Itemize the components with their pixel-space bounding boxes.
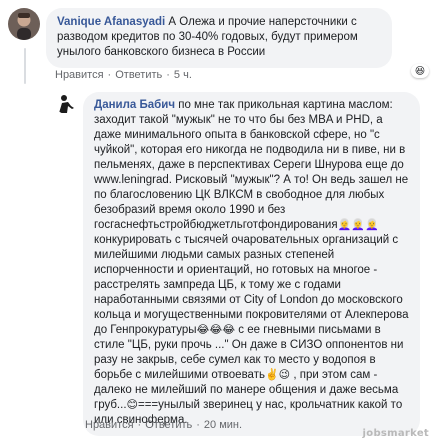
avatar[interactable]: [8, 8, 40, 40]
comment-text: по мне так прикольная картина маслом: за…: [94, 99, 409, 231]
separator: ·: [166, 69, 170, 81]
avatar[interactable]: [55, 92, 77, 114]
like-link[interactable]: Нравится: [55, 69, 104, 81]
watermark: jobsmarket: [362, 428, 429, 439]
woman-emoji-icon: 👩‍🦳👩‍🦳👩‍🦳: [337, 219, 379, 231]
comment-bubble: Данила Бабич по мне так прикольная карти…: [83, 92, 420, 436]
comment-bubble: Vanique Afanasyadi А Олежа и прочие напе…: [46, 8, 392, 68]
laughing-emoji-icon[interactable]: 😆: [411, 64, 429, 78]
thread-line: [24, 48, 26, 84]
smiling-emoji-icon: 😊: [126, 399, 138, 411]
laughing-emoji-icon: 😂😂😂: [196, 324, 236, 336]
separator: ·: [196, 419, 200, 431]
comment-author[interactable]: Vanique Afanasyadi: [57, 16, 165, 28]
separator: ·: [107, 69, 112, 81]
comment-1: Vanique Afanasyadi А Олежа и прочие напе…: [8, 8, 392, 68]
reply-link[interactable]: Ответить: [115, 69, 162, 81]
victory-hand-emoji-icon: ✌️😉: [264, 369, 291, 381]
like-link[interactable]: Нравится: [85, 419, 134, 431]
reply-link[interactable]: Ответить: [145, 419, 192, 431]
comment-text: конкурировать с тысячей очаровательных о…: [94, 234, 409, 336]
separator: ·: [137, 419, 142, 431]
comment-actions: Нравится · Ответить · 5 ч.: [55, 69, 192, 81]
timestamp[interactable]: 20 мин.: [204, 419, 242, 431]
comment-author[interactable]: Данила Бабич: [94, 99, 175, 111]
comment-actions: Нравится · Ответить · 20 мин.: [85, 419, 242, 431]
timestamp[interactable]: 5 ч.: [174, 69, 192, 81]
comment-2: Данила Бабич по мне так прикольная карти…: [55, 92, 420, 436]
